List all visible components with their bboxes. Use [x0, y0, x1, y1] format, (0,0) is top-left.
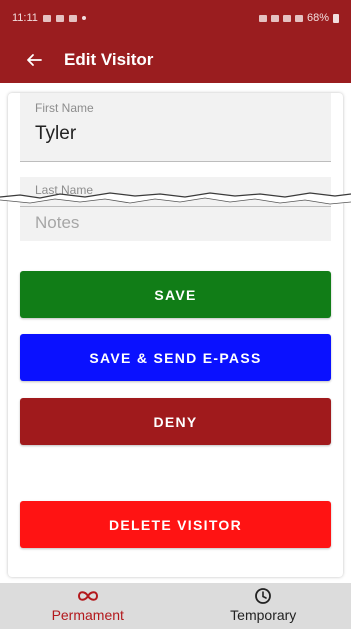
bottom-navigation: Permament Temporary: [0, 583, 351, 629]
wifi-icon: [282, 14, 291, 22]
status-bar-left: 11:11: [12, 12, 86, 24]
first-name-label: First Name: [35, 101, 94, 115]
delete-visitor-button[interactable]: DELETE VISITOR: [20, 501, 331, 548]
status-bar: 11:11 68%: [0, 0, 351, 36]
save-button[interactable]: SAVE: [20, 271, 331, 318]
notes-placeholder: Notes: [35, 213, 80, 232]
signal-icon: [294, 14, 303, 22]
infinity-icon: [77, 587, 99, 605]
clock-icon: [254, 587, 272, 605]
page-title: Edit Visitor: [64, 49, 154, 69]
tab-permanent-label: Permament: [51, 607, 124, 623]
battery-percent: 68%: [306, 12, 329, 24]
back-button[interactable]: [14, 40, 54, 80]
tab-temporary[interactable]: Temporary: [176, 583, 351, 629]
arrow-left-icon: [27, 53, 42, 66]
deny-button[interactable]: DENY: [20, 398, 331, 445]
notes-field[interactable]: Notes: [20, 207, 331, 241]
first-name-value[interactable]: Tyler: [35, 123, 76, 145]
alarm-icon: [258, 14, 267, 22]
save-send-epass-button[interactable]: SAVE & SEND E-PASS: [20, 334, 331, 381]
app-notification-icon: [55, 14, 64, 22]
message-notification-icon: [68, 14, 77, 22]
vibrate-icon: [270, 14, 279, 22]
last-name-label: Last Name: [35, 183, 94, 197]
last-name-field[interactable]: Last Name: [20, 177, 331, 207]
visitor-form-card: First Name Tyler Last Name Notes SAVE SA…: [0, 93, 351, 577]
app-bar: Edit Visitor: [0, 36, 351, 83]
tab-temporary-label: Temporary: [230, 607, 297, 623]
battery-icon: [333, 13, 339, 23]
more-notifications-icon: [81, 16, 86, 20]
first-name-field[interactable]: First Name Tyler: [20, 93, 331, 162]
status-time: 11:11: [12, 12, 38, 24]
gallery-notification-icon: [42, 14, 51, 22]
status-bar-right: 68%: [258, 12, 339, 24]
tab-permanent[interactable]: Permament: [0, 583, 176, 629]
